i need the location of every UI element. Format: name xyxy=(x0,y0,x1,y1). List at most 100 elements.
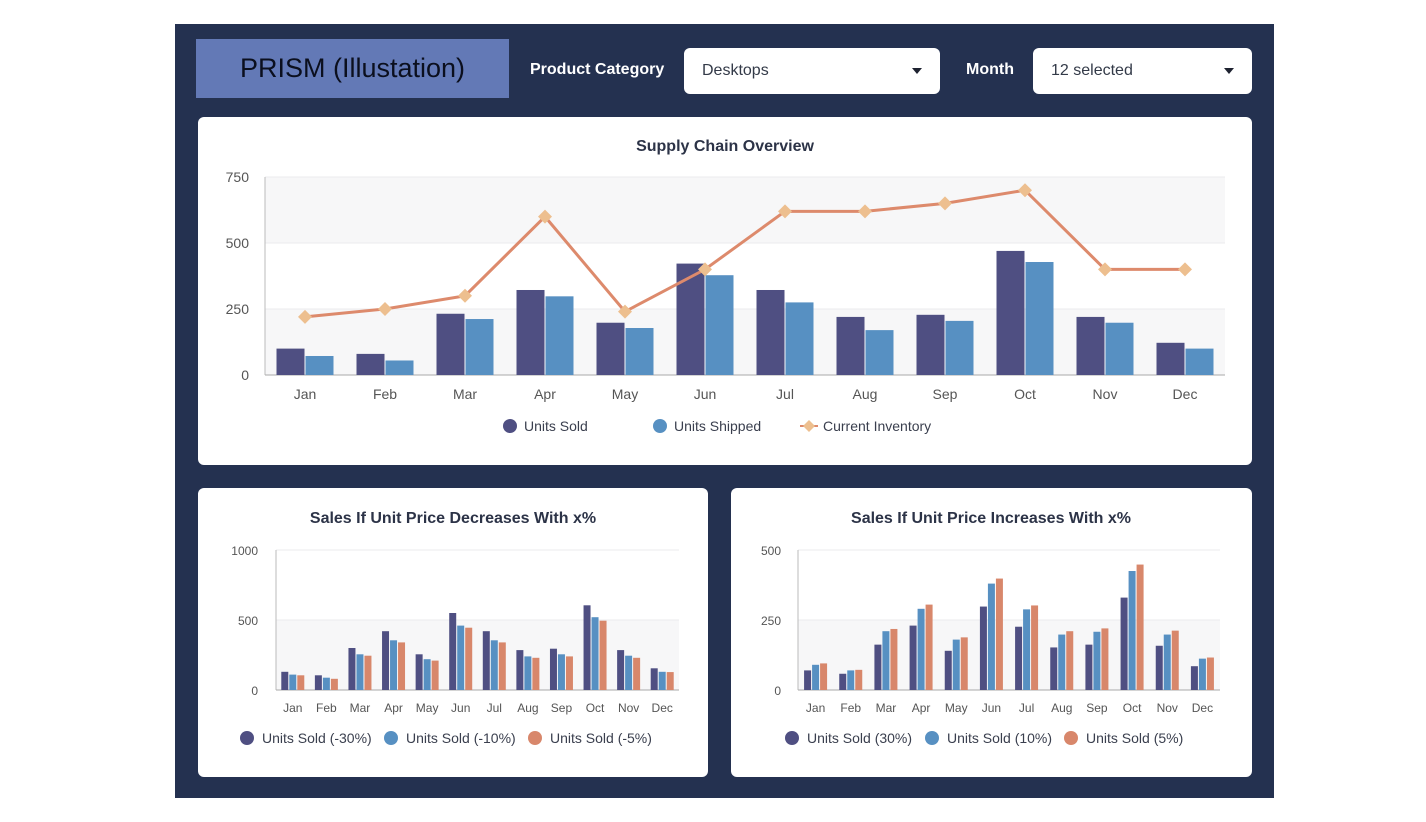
bar xyxy=(1190,666,1198,690)
x-tick-label: Nov xyxy=(1157,701,1178,715)
bar xyxy=(666,672,674,690)
bar xyxy=(482,631,490,690)
bar xyxy=(516,650,524,690)
y-tick-label: 750 xyxy=(226,169,250,185)
bar xyxy=(465,319,494,375)
bar xyxy=(874,644,882,690)
x-tick-label: Mar xyxy=(453,386,477,402)
bar xyxy=(289,674,297,690)
bar xyxy=(995,578,1003,690)
y-tick-label: 250 xyxy=(226,301,250,317)
x-tick-label: Apr xyxy=(912,701,931,715)
x-tick-label: Mar xyxy=(876,701,897,715)
bar xyxy=(979,606,987,690)
x-tick-label: Jun xyxy=(982,701,1001,715)
bar xyxy=(423,659,431,690)
bar xyxy=(1171,630,1179,690)
y-tick-label: 500 xyxy=(238,614,258,628)
bar xyxy=(305,355,334,375)
bar xyxy=(925,604,933,690)
bar xyxy=(1093,631,1101,690)
y-tick-label: 0 xyxy=(251,684,258,698)
x-tick-label: Apr xyxy=(384,701,403,715)
bar xyxy=(297,675,305,690)
bar xyxy=(599,620,607,690)
y-tick-label: 250 xyxy=(761,614,781,628)
legend-swatch xyxy=(503,419,517,433)
x-tick-label: Feb xyxy=(316,701,337,715)
x-tick-label: Jun xyxy=(451,701,470,715)
legend-label: Units Sold (-5%) xyxy=(550,730,652,746)
bar xyxy=(625,655,633,690)
x-tick-label: Dec xyxy=(652,701,673,715)
y-tick-label: 0 xyxy=(241,367,249,383)
bar xyxy=(882,631,890,690)
bar xyxy=(1206,657,1214,690)
legend-label: Units Sold (30%) xyxy=(807,730,912,746)
price-decrease-card: Sales If Unit Price Decreases With x% 0 50… xyxy=(198,488,708,777)
bar xyxy=(348,648,356,690)
bar xyxy=(1128,571,1136,690)
bar xyxy=(1023,609,1031,690)
x-tick-label: Jan xyxy=(806,701,825,715)
bar xyxy=(490,640,498,690)
x-tick-label: Aug xyxy=(853,386,878,402)
bar xyxy=(330,678,338,690)
bar xyxy=(322,677,330,690)
supply-chain-chart: Supply Chain Overview 0 250 500 750 Jan Feb Mar… xyxy=(226,138,1225,434)
bar xyxy=(398,642,406,690)
bar xyxy=(1156,342,1185,375)
bar xyxy=(1136,564,1144,690)
bar xyxy=(364,655,372,690)
x-tick-label: Jul xyxy=(776,386,794,402)
bar xyxy=(591,617,599,690)
bar xyxy=(596,322,625,375)
x-tick-label: Feb xyxy=(840,701,861,715)
bar xyxy=(356,353,385,375)
x-tick-label: Dec xyxy=(1192,701,1213,715)
chart-title: Sales If Unit Price Increases With x% xyxy=(851,510,1131,527)
grid-band xyxy=(265,177,1225,243)
bar xyxy=(1085,644,1093,690)
bar xyxy=(557,654,565,690)
legend-swatch xyxy=(1064,731,1078,745)
x-tick-label: Feb xyxy=(373,386,397,402)
bar xyxy=(855,669,863,690)
legend-label: Units Sold (10%) xyxy=(947,730,1052,746)
x-tick-label: Nov xyxy=(618,701,639,715)
bar xyxy=(804,670,812,690)
bar xyxy=(916,314,945,375)
bar xyxy=(382,631,390,690)
x-tick-label: May xyxy=(416,701,439,715)
supply-chain-card: Supply Chain Overview 0 250 500 750 Jan Feb Mar… xyxy=(198,117,1252,465)
bar xyxy=(917,608,925,690)
x-tick-label: May xyxy=(945,701,968,715)
dashboard-frame: PRISM (Illustation) Product Category Des… xyxy=(175,24,1274,798)
x-tick-label: May xyxy=(612,386,638,402)
bar xyxy=(987,583,995,690)
month-value: 12 selected xyxy=(1051,62,1133,79)
price-decrease-chart: Sales If Unit Price Decreases With x% 0 50… xyxy=(231,510,679,746)
bar xyxy=(449,613,457,690)
bar xyxy=(1185,348,1214,375)
legend-swatch xyxy=(653,419,667,433)
x-tick-label: Jan xyxy=(294,386,317,402)
legend-swatch xyxy=(785,731,799,745)
bar xyxy=(1031,605,1039,690)
month-dropdown[interactable]: 12 selected xyxy=(1033,48,1252,94)
bar xyxy=(890,628,898,690)
x-tick-label: Dec xyxy=(1173,386,1198,402)
bar xyxy=(847,670,855,690)
bar xyxy=(1050,647,1058,690)
y-tick-label: 1000 xyxy=(231,544,258,558)
bar xyxy=(465,627,473,690)
bar xyxy=(1015,626,1023,690)
bar xyxy=(532,657,540,690)
x-tick-label: Oct xyxy=(1014,386,1036,402)
product-category-dropdown[interactable]: Desktops xyxy=(684,48,940,94)
legend-swatch xyxy=(528,731,542,745)
x-tick-label: Mar xyxy=(350,701,371,715)
bar xyxy=(944,650,952,690)
line-marker xyxy=(1178,262,1192,277)
app-logo: PRISM (Illustation) xyxy=(196,39,509,98)
